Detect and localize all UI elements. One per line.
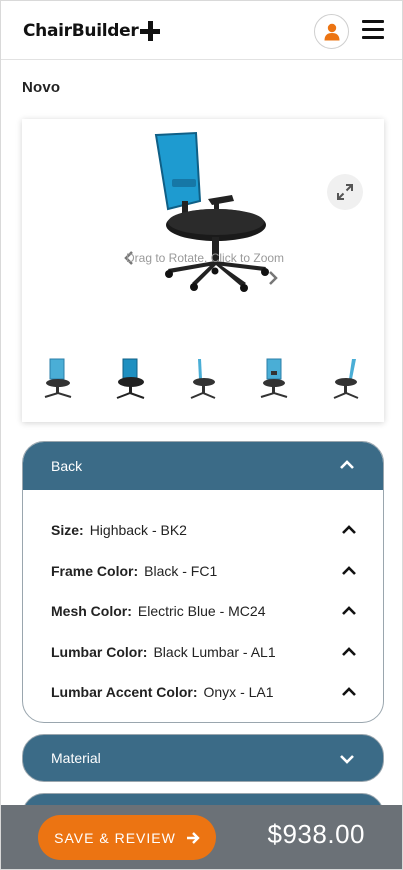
hamburger-icon[interactable] [362,20,384,40]
option-value: Black - FC1 [144,563,218,579]
accordion-back-title: Back [51,458,83,474]
option-value: Onyx - LA1 [203,684,274,700]
option-frame-color[interactable]: Frame Color: Black - FC1 [51,559,357,583]
option-label: Frame Color: [51,563,139,579]
thumbnail-profile[interactable] [330,357,366,401]
save-review-button[interactable]: SAVE & REVIEW [38,815,216,860]
thumbnail-side[interactable] [184,357,220,401]
arrow-right-icon [186,831,200,844]
chevron-up-icon[interactable] [341,686,357,698]
plus-icon [140,21,161,41]
option-label: Lumbar Color: [51,644,148,660]
top-bar: ChairBuilder [1,1,402,60]
viewer-hint: Drag to Rotate. Click to Zoom [126,251,285,265]
chevron-up-icon[interactable] [341,565,357,577]
accordion-material-title: Material [51,750,101,766]
expand-icon [337,184,353,200]
chevron-down-icon[interactable] [339,753,355,765]
chair-viewer[interactable]: Drag to Rotate. Click to Zoom [22,119,384,422]
thumbnail-rear[interactable] [256,357,292,401]
footer-bar: SAVE & REVIEW $938.00 [1,805,402,869]
logo[interactable]: ChairBuilder [23,17,161,45]
total-price: $938.00 [267,819,365,849]
accordion-back: Back Size: Highback - BK2 Frame Color: B… [22,441,384,723]
option-value: Highback - BK2 [89,522,187,538]
logo-text: ChairBuilder [23,21,139,41]
product-title: Novo [22,79,61,96]
thumbnail-angle[interactable] [112,357,148,401]
chevron-up-icon[interactable] [341,646,357,658]
accordion-back-header[interactable]: Back [23,442,383,490]
option-label: Mesh Color: [51,603,132,619]
option-size[interactable]: Size: Highback - BK2 [51,518,357,542]
accordion-material[interactable]: Material [22,734,384,782]
option-lumbar-color[interactable]: Lumbar Color: Black Lumbar - AL1 [51,640,357,664]
user-icon [324,23,339,40]
thumbnail-front[interactable] [40,357,76,401]
fullscreen-button[interactable] [327,174,363,210]
option-mesh-color[interactable]: Mesh Color: Electric Blue - MC24 [51,599,357,623]
option-value: Electric Blue - MC24 [137,603,266,619]
chevron-up-icon[interactable] [339,459,355,471]
option-lumbar-accent-color[interactable]: Lumbar Accent Color: Onyx - LA1 [51,680,357,704]
chevron-up-icon[interactable] [341,524,357,536]
chevron-up-icon[interactable] [341,605,357,617]
option-label: Size: [51,522,84,538]
app-page: ChairBuilder Novo Drag to Rotate. Click … [0,0,403,870]
save-review-label: SAVE & REVIEW [54,829,176,846]
account-button[interactable] [314,14,349,49]
chair-image[interactable] [146,131,276,293]
thumbnail-strip [22,357,384,407]
rotate-right-icon[interactable] [268,271,278,285]
option-label: Lumbar Accent Color: [51,684,198,700]
option-value: Black Lumbar - AL1 [153,644,276,660]
